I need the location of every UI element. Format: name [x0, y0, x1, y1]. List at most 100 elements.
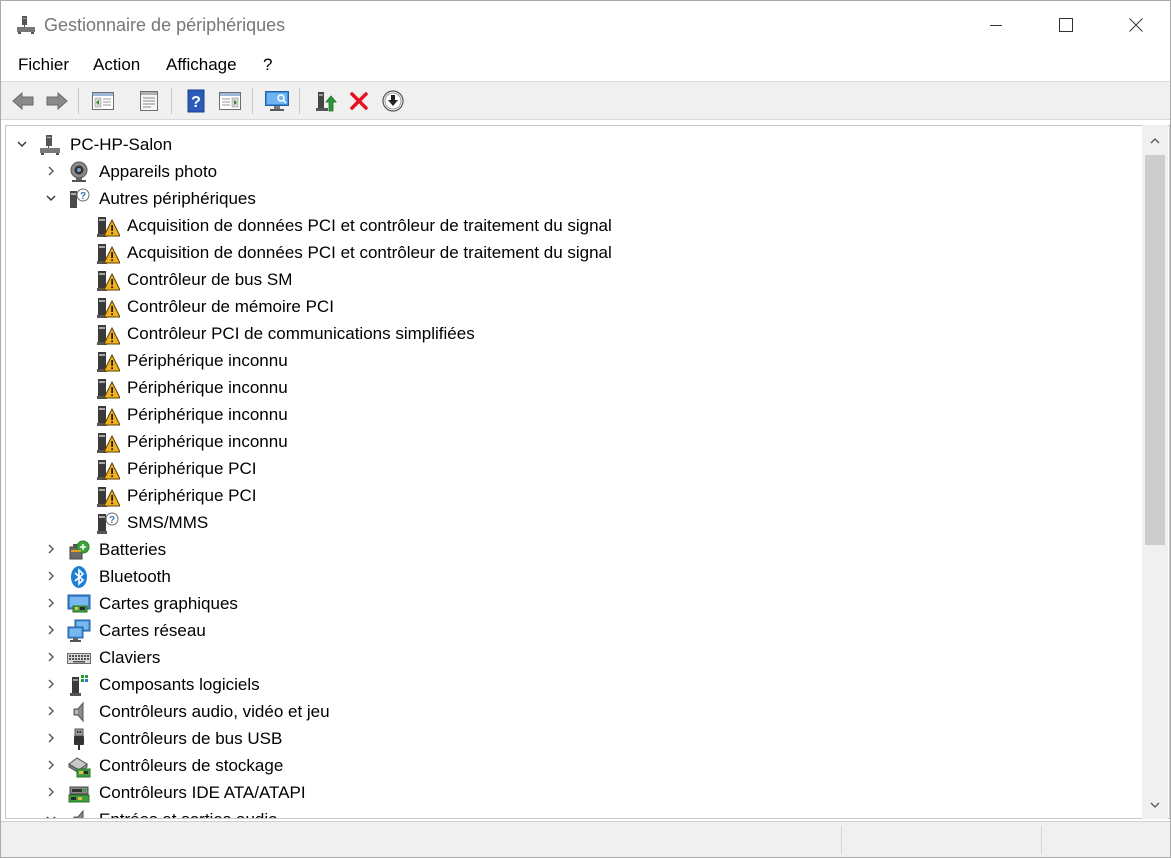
tree-device-item[interactable]: Acquisition de données PCI et contrôleur… — [6, 212, 1141, 239]
properties-button[interactable] — [135, 87, 163, 115]
ide-controller-icon — [68, 786, 90, 803]
category-label: Contrôleurs audio, vidéo et jeu — [99, 702, 330, 721]
tree-category-autres-peripheriques[interactable]: ? Autres périphériques — [6, 185, 1141, 212]
tree-device-item[interactable]: Périphérique inconnu — [6, 428, 1141, 455]
tree-category-appareils-photo[interactable]: Appareils photo — [6, 158, 1141, 185]
tree-category-claviers[interactable]: Claviers — [6, 644, 1141, 671]
audio-io-icon — [73, 809, 84, 818]
menu-bar: Fichier Action Affichage ? — [1, 49, 1170, 81]
warning-device-icon — [97, 298, 120, 318]
usb-icon — [74, 728, 84, 750]
svg-text:?: ? — [80, 191, 86, 202]
keyboard-icon — [67, 653, 91, 664]
tree-root[interactable]: PC-HP-Salon — [6, 131, 1141, 158]
device-label: Périphérique inconnu — [127, 432, 288, 451]
device-label: Périphérique PCI — [127, 459, 257, 478]
uninstall-device-icon — [350, 92, 368, 110]
uninstall-device-button[interactable] — [345, 87, 373, 115]
chevron-down-icon[interactable] — [44, 191, 58, 205]
tree-device-item[interactable]: Contrôleur de mémoire PCI — [6, 293, 1141, 320]
device-label: Périphérique inconnu — [127, 405, 288, 424]
toolbar-separator — [171, 88, 172, 114]
help-button[interactable]: ? — [182, 87, 210, 115]
tree-category-composants-logiciels[interactable]: Composants logiciels — [6, 671, 1141, 698]
menu-affichage[interactable]: Affichage — [164, 54, 239, 76]
back-icon — [12, 91, 34, 111]
chevron-down-icon[interactable] — [44, 812, 58, 818]
tree-category-cartes-graphiques[interactable]: Cartes graphiques — [6, 590, 1141, 617]
category-label: Claviers — [99, 648, 161, 667]
category-label: Contrôleurs de stockage — [99, 756, 284, 775]
scroll-up-button[interactable] — [1142, 131, 1168, 151]
chevron-right-icon[interactable] — [44, 650, 58, 664]
tree-category-cartes-reseau[interactable]: Cartes réseau — [6, 617, 1141, 644]
tree-device-item[interactable]: Périphérique inconnu — [6, 401, 1141, 428]
show-hide-console-tree-button[interactable] — [89, 87, 117, 115]
forward-button[interactable] — [43, 87, 71, 115]
scroll-thumb[interactable] — [1145, 155, 1165, 545]
category-label: Composants logiciels — [99, 675, 260, 694]
toolbar-separator — [78, 88, 79, 114]
disable-device-button[interactable] — [379, 87, 407, 115]
chevron-right-icon[interactable] — [44, 758, 58, 772]
device-label: Contrôleur de mémoire PCI — [127, 297, 334, 316]
scan-hardware-button[interactable] — [263, 87, 291, 115]
properties-icon — [140, 91, 158, 111]
back-button[interactable] — [9, 87, 37, 115]
scroll-down-button[interactable] — [1142, 795, 1168, 815]
toolbar: ? — [1, 82, 1170, 120]
computer-icon — [40, 135, 60, 155]
chevron-right-icon[interactable] — [44, 731, 58, 745]
tree-device-item[interactable]: Contrôleur de bus SM — [6, 266, 1141, 293]
vertical-scrollbar[interactable] — [1142, 125, 1168, 819]
tree-category-controleurs-stockage[interactable]: Contrôleurs de stockage — [6, 752, 1141, 779]
show-hide-action-pane-button[interactable] — [216, 87, 244, 115]
toolbar-separator — [252, 88, 253, 114]
tree-category-entrees-sorties-audio[interactable]: Entrées et sorties audio — [6, 806, 1141, 818]
scan-monitor-icon — [265, 91, 289, 111]
tree-device-item[interactable]: Périphérique PCI — [6, 455, 1141, 482]
console-tree-icon — [92, 92, 114, 110]
chevron-right-icon[interactable] — [44, 623, 58, 637]
tree-category-controleurs-usb[interactable]: Contrôleurs de bus USB — [6, 725, 1141, 752]
category-label: Appareils photo — [99, 162, 218, 181]
chevron-right-icon[interactable] — [44, 569, 58, 583]
update-driver-button[interactable] — [311, 87, 339, 115]
title-bar[interactable]: Gestionnaire de périphériques — [1, 1, 1170, 49]
device-manager-app-icon — [17, 16, 35, 34]
camera-icon — [70, 161, 88, 182]
chevron-right-icon[interactable] — [44, 542, 58, 556]
chevron-down-icon[interactable] — [15, 137, 29, 151]
tree-device-item[interactable]: Contrôleur PCI de communications simplif… — [6, 320, 1141, 347]
category-label: Bluetooth — [99, 567, 171, 586]
tree-device-item[interactable]: Périphérique inconnu — [6, 374, 1141, 401]
minimize-button[interactable] — [961, 1, 1031, 49]
tree-device-item[interactable]: ? SMS/MMS — [6, 509, 1141, 536]
tree-device-item[interactable]: Périphérique inconnu — [6, 347, 1141, 374]
tree-device-item[interactable]: Acquisition de données PCI et contrôleur… — [6, 239, 1141, 266]
window-title: Gestionnaire de périphériques — [44, 15, 286, 35]
tree-category-controleurs-audio[interactable]: Contrôleurs audio, vidéo et jeu — [6, 698, 1141, 725]
device-tree[interactable]: PC-HP-Salon Appareils photo ? Autres pér… — [5, 125, 1170, 819]
tree-device-item[interactable]: Périphérique PCI — [6, 482, 1141, 509]
menu-action[interactable]: Action — [91, 54, 142, 76]
tree-category-bluetooth[interactable]: Bluetooth — [6, 563, 1141, 590]
maximize-icon — [1059, 18, 1073, 32]
category-label: Cartes réseau — [99, 621, 206, 640]
close-button[interactable] — [1101, 1, 1171, 49]
chevron-right-icon[interactable] — [44, 677, 58, 691]
speaker-icon — [73, 701, 84, 723]
menu-fichier[interactable]: Fichier — [16, 54, 71, 76]
category-label: Contrôleurs de bus USB — [99, 729, 283, 748]
device-label: Contrôleur de bus SM — [127, 270, 293, 289]
chevron-right-icon[interactable] — [44, 164, 58, 178]
menu-help[interactable]: ? — [261, 54, 274, 76]
chevron-right-icon[interactable] — [44, 704, 58, 718]
maximize-button[interactable] — [1031, 1, 1101, 49]
tree-category-batteries[interactable]: Batteries — [6, 536, 1141, 563]
status-pane — [1041, 826, 1169, 854]
tree-category-controleurs-ide[interactable]: Contrôleurs IDE ATA/ATAPI — [6, 779, 1141, 806]
chevron-right-icon[interactable] — [44, 785, 58, 799]
chevron-right-icon[interactable] — [44, 596, 58, 610]
storage-controller-icon — [68, 757, 91, 778]
